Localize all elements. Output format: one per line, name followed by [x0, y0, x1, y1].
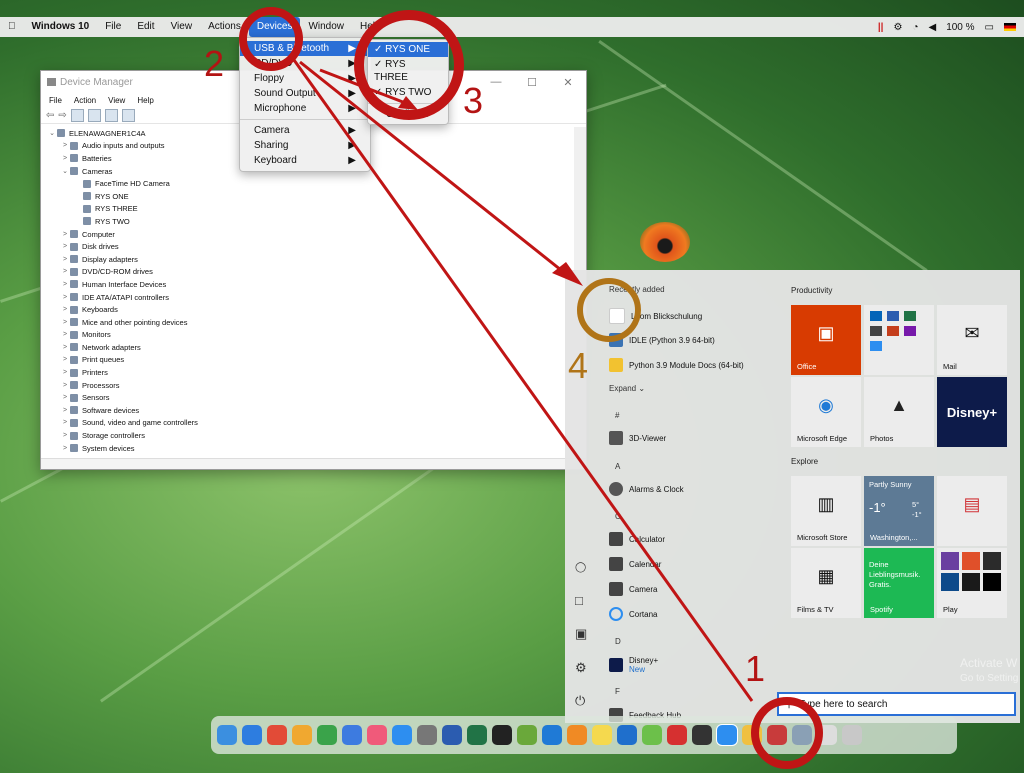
- annotation-arrowhead-3: [398, 96, 418, 110]
- annotation-circle-2: [239, 7, 303, 71]
- annotation-circle-1: [751, 697, 823, 769]
- annotation-number-3: 3: [463, 80, 484, 121]
- annotation-number-4: 4: [568, 345, 589, 386]
- annotation-number-1: 1: [745, 648, 766, 689]
- annotation-number-2: 2: [204, 43, 225, 84]
- annotation-arrow-4: [299, 60, 572, 280]
- annotation-overlay: [239, 7, 823, 769]
- annotation-line-1: [292, 59, 754, 702]
- annotation-circle-4: [577, 278, 641, 342]
